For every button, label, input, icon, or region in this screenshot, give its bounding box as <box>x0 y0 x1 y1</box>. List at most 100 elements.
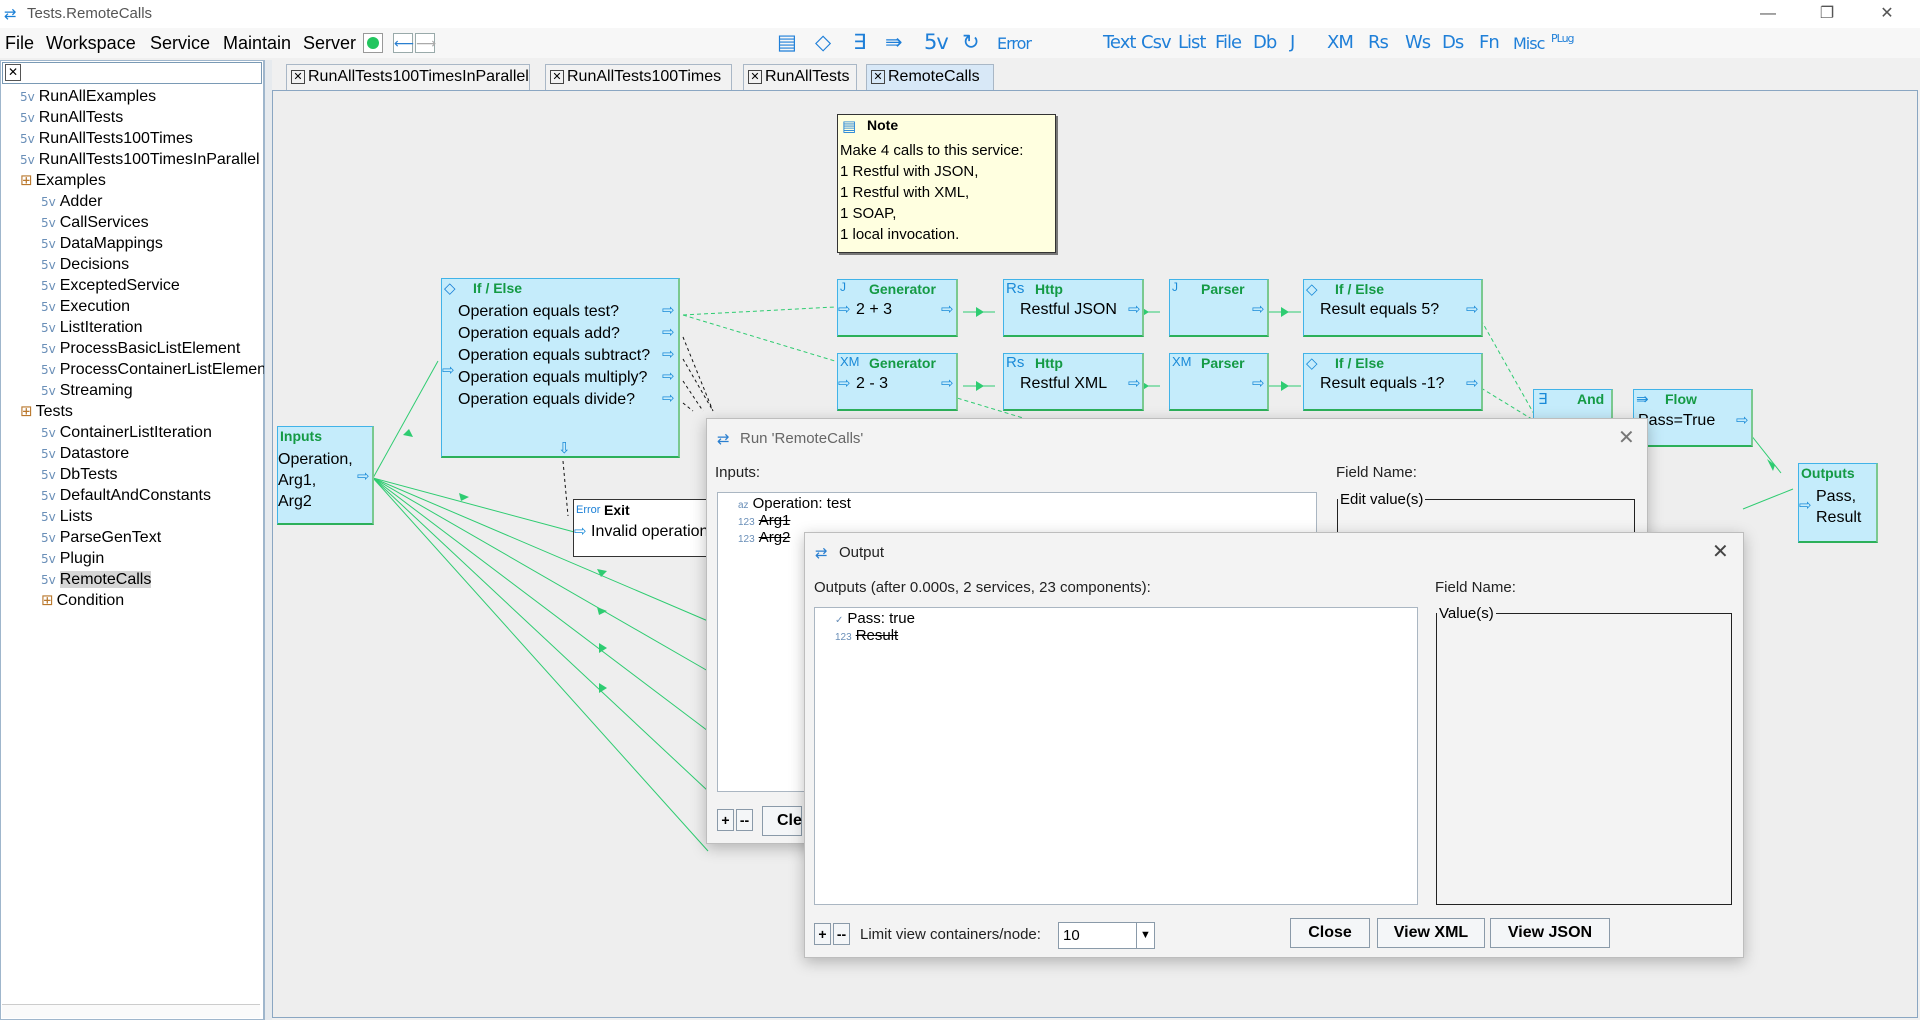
input-port-icon[interactable]: ⇨ <box>838 374 851 392</box>
menu-server[interactable]: Server <box>303 33 356 54</box>
tree-item[interactable]: 5vRemoteCalls <box>41 569 151 590</box>
csv-tool-icon[interactable]: Csv <box>1141 32 1171 53</box>
tree-node[interactable]: ✓Pass: true <box>835 610 915 627</box>
tree-item[interactable]: 5vCallServices <box>41 212 149 233</box>
file-tool-icon[interactable]: File <box>1215 32 1241 53</box>
close-tab-icon[interactable]: ✕ <box>550 70 564 84</box>
fn-tool-icon[interactable]: Fn <box>1479 32 1499 53</box>
limit-view-select[interactable]: 10 ▼ <box>1058 922 1155 949</box>
tree-item[interactable]: 5vProcessBasicListElement <box>41 338 240 359</box>
output-port-icon[interactable]: ⇨ <box>662 345 675 363</box>
loop-tool-icon[interactable]: ↻ <box>962 30 979 54</box>
tab-runalltests100times[interactable]: ✕RunAllTests100Times <box>545 64 732 90</box>
server-status-indicator[interactable] <box>363 33 383 53</box>
tree-item[interactable]: 5vAdder <box>41 191 102 212</box>
text-tool-icon[interactable]: Text <box>1103 32 1135 53</box>
output-port-icon[interactable]: ⇨ <box>1128 300 1141 318</box>
tree-item[interactable]: 5vStreaming <box>41 380 133 401</box>
add-input-button[interactable]: + <box>717 809 734 831</box>
output-port-icon[interactable]: ⇨ <box>1128 374 1141 392</box>
db-tool-icon[interactable]: Db <box>1253 32 1276 53</box>
close-button[interactable]: Close <box>1290 918 1370 948</box>
output-port-icon[interactable]: ⇨ <box>662 367 675 385</box>
tree-item[interactable]: 5vDatastore <box>41 443 129 464</box>
input-port-icon[interactable]: ⇨ <box>1799 496 1812 514</box>
operation-ifelse-node[interactable]: ◇ If / Else Operation equals test?⇨Opera… <box>441 278 680 458</box>
inputs-node[interactable]: Inputs Operation,Arg1,Arg2 ⇨ <box>277 426 374 525</box>
tree-item[interactable]: 5vRunAllExamples <box>20 86 156 107</box>
output-port-icon[interactable]: ⇨ <box>1466 374 1479 392</box>
tree-node[interactable]: 123Result <box>835 627 898 644</box>
restore-button[interactable]: ❐ <box>1805 2 1849 26</box>
tree-item[interactable]: 5vLists <box>41 506 93 527</box>
ifelse-tool-icon[interactable]: ◇ <box>815 30 830 54</box>
and-tool-icon[interactable]: ∃ <box>853 30 865 54</box>
list-tool-icon[interactable]: List <box>1178 32 1205 53</box>
json-tool-icon[interactable]: J <box>1290 32 1294 53</box>
close-tab-icon[interactable]: ✕ <box>291 70 305 84</box>
ws-tool-icon[interactable]: Ws <box>1405 32 1430 53</box>
output-port-icon[interactable]: ⇨ <box>662 301 675 319</box>
tree-horizontal-scrollbar[interactable] <box>2 1004 260 1018</box>
forward-button[interactable]: ⟶ <box>415 33 435 53</box>
error-tool-icon[interactable]: Error <box>997 34 1031 53</box>
tree-folder[interactable]: ⊞Examples <box>20 170 106 191</box>
output-port-icon[interactable]: ⇨ <box>1466 300 1479 318</box>
tree-item[interactable]: 5vExecution <box>41 296 130 317</box>
tree-item[interactable]: 5vExceptedService <box>41 275 180 296</box>
tree-node[interactable]: 123Arg2 <box>738 529 790 546</box>
tree-item[interactable]: 5vParseGenText <box>41 527 161 548</box>
tree-item[interactable]: 5vRunAllTests100Times <box>20 128 193 149</box>
tree-item[interactable]: 5vRunAllTests <box>20 107 123 128</box>
view-json-button[interactable]: View JSON <box>1490 918 1610 948</box>
http-json-node[interactable]: Rs Http Restful JSON ⇨ <box>1003 279 1144 337</box>
tree-item[interactable]: 5vContainerListIteration <box>41 422 212 443</box>
tree-search-input[interactable]: ✕ <box>2 62 262 84</box>
close-tab-icon[interactable]: ✕ <box>871 70 885 84</box>
output-port-icon[interactable]: ⇨ <box>1736 411 1749 429</box>
flow-node[interactable]: ⇛ Flow Pass=True ⇨ <box>1633 389 1753 447</box>
ifelse-condition[interactable]: Operation equals divide? <box>458 391 635 409</box>
ds-tool-icon[interactable]: Ds <box>1442 32 1463 53</box>
menu-workspace[interactable]: Workspace <box>46 33 136 54</box>
ifelse-condition[interactable]: Operation equals test? <box>458 303 619 321</box>
misc-tool-icon[interactable]: Misc <box>1513 34 1544 53</box>
menu-maintain[interactable]: Maintain <box>223 33 291 54</box>
tab-remotecalls[interactable]: ✕RemoteCalls <box>866 64 994 90</box>
tree-node[interactable]: azOperation: test <box>738 495 851 512</box>
json-parser-node[interactable]: J Parser ⇨ <box>1169 279 1269 337</box>
else-port-icon[interactable]: ⇩ <box>558 439 571 457</box>
clear-button[interactable]: Cle <box>762 806 802 836</box>
tree-item[interactable]: 5vDecisions <box>41 254 129 275</box>
remove-output-button[interactable]: -- <box>833 923 850 945</box>
flow-tool-icon[interactable]: ⇛ <box>885 30 902 54</box>
tree-item[interactable]: 5vDbTests <box>41 464 118 485</box>
note-node[interactable]: ▤ Note Make 4 calls to this service:1 Re… <box>837 114 1056 253</box>
output-port-icon[interactable]: ⇨ <box>941 374 954 392</box>
tree-item[interactable]: 5vPlugin <box>41 548 104 569</box>
result-5-ifelse-node[interactable]: ◇ If / Else Result equals 5? ⇨ <box>1303 279 1483 337</box>
output-port-icon[interactable]: ⇨ <box>662 323 675 341</box>
tree-folder[interactable]: ⊞Tests <box>20 401 73 422</box>
close-icon[interactable]: ✕ <box>1618 425 1635 450</box>
tree-item[interactable]: 5vProcessContainerListElement <box>41 359 271 380</box>
close-tab-icon[interactable]: ✕ <box>748 70 762 84</box>
output-port-icon[interactable]: ⇨ <box>357 467 370 485</box>
ifelse-condition[interactable]: Operation equals add? <box>458 325 620 343</box>
note-tool-icon[interactable]: ▤ <box>777 30 796 54</box>
outputs-node[interactable]: Outputs ⇨ Pass,Result <box>1798 463 1878 543</box>
plugin-tool-icon[interactable]: PLug <box>1551 32 1574 45</box>
xml-generator-node[interactable]: XM Generator ⇨ 2 - 3 ⇨ <box>837 353 958 411</box>
input-port-icon[interactable]: ⇨ <box>838 300 851 318</box>
outputs-tree[interactable]: ✓Pass: true123Result <box>814 607 1418 905</box>
exit-node[interactable]: Error Exit ⇨ Invalid operation <box>573 499 708 557</box>
ifelse-condition[interactable]: Operation equals subtract? <box>458 347 650 365</box>
result-minus1-ifelse-node[interactable]: ◇ If / Else Result equals -1? ⇨ <box>1303 353 1483 411</box>
output-port-icon[interactable]: ⇨ <box>941 300 954 318</box>
output-port-icon[interactable]: ⇨ <box>1252 300 1265 318</box>
rs-tool-icon[interactable]: Rs <box>1368 32 1388 53</box>
tree-item[interactable]: 5vDefaultAndConstants <box>41 485 211 506</box>
clear-search-icon[interactable]: ✕ <box>5 64 21 81</box>
tree-folder[interactable]: ⊞Condition <box>41 590 124 611</box>
back-button[interactable]: ⟵ <box>393 33 413 53</box>
